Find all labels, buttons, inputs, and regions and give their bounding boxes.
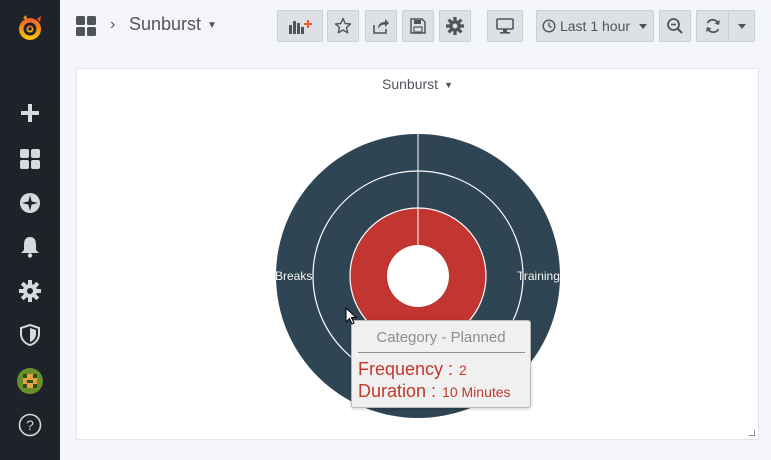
label-training: Training [517, 269, 560, 283]
tooltip-divider [358, 352, 525, 353]
tooltip-row-duration: Duration : 10 Minutes [358, 381, 511, 402]
mouse-cursor-icon [345, 307, 357, 325]
tooltip-value: 10 Minutes [442, 384, 511, 400]
tooltip-key: Frequency : [358, 359, 454, 379]
tooltip-value: 2 [459, 362, 467, 378]
chart-tooltip: Category - Planned Frequency : 2 Duration… [351, 320, 531, 408]
tooltip-row-frequency: Frequency : 2 [358, 359, 467, 380]
tooltip-key: Duration : [358, 381, 437, 401]
tooltip-title: Category - Planned [376, 329, 506, 346]
center-hole [387, 245, 449, 307]
label-breaks: Breaks [275, 269, 312, 283]
